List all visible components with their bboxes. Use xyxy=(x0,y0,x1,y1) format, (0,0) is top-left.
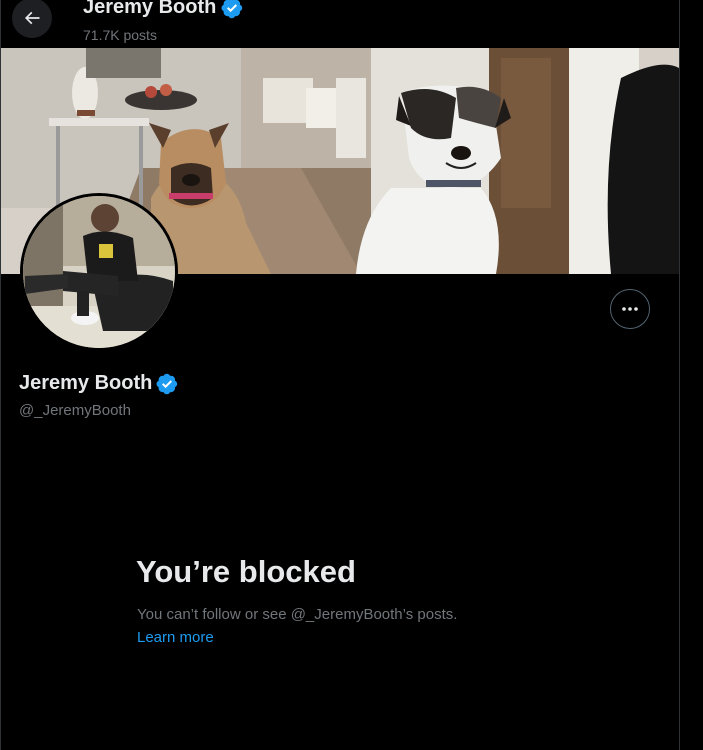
blocked-title: You’re blocked xyxy=(136,554,356,589)
profile-handle: @_JeremyBooth xyxy=(19,402,131,419)
profile-header: Jeremy Booth 71.7K posts xyxy=(1,0,679,48)
header-title-row: Jeremy Booth xyxy=(83,0,243,19)
back-button[interactable] xyxy=(12,0,52,38)
header-posts-count: 71.7K posts xyxy=(83,27,157,43)
profile-page: Jeremy Booth 71.7K posts Jeremy Booth @_… xyxy=(0,0,703,750)
learn-more-link[interactable]: Learn more xyxy=(137,629,214,646)
more-options-button[interactable] xyxy=(610,289,650,329)
verified-badge-icon xyxy=(221,0,243,18)
profile-name-row: Jeremy Booth xyxy=(19,372,178,395)
verified-badge-icon xyxy=(156,373,178,394)
avatar-image xyxy=(23,196,175,348)
arrow-left-icon xyxy=(24,11,40,25)
column-border-right xyxy=(679,0,680,750)
blocked-description: You can’t follow or see @_JeremyBooth’s … xyxy=(137,606,458,623)
avatar[interactable] xyxy=(20,193,178,351)
profile-display-name: Jeremy Booth xyxy=(19,372,153,394)
more-dots-icon xyxy=(622,307,638,311)
header-name: Jeremy Booth xyxy=(83,0,217,18)
